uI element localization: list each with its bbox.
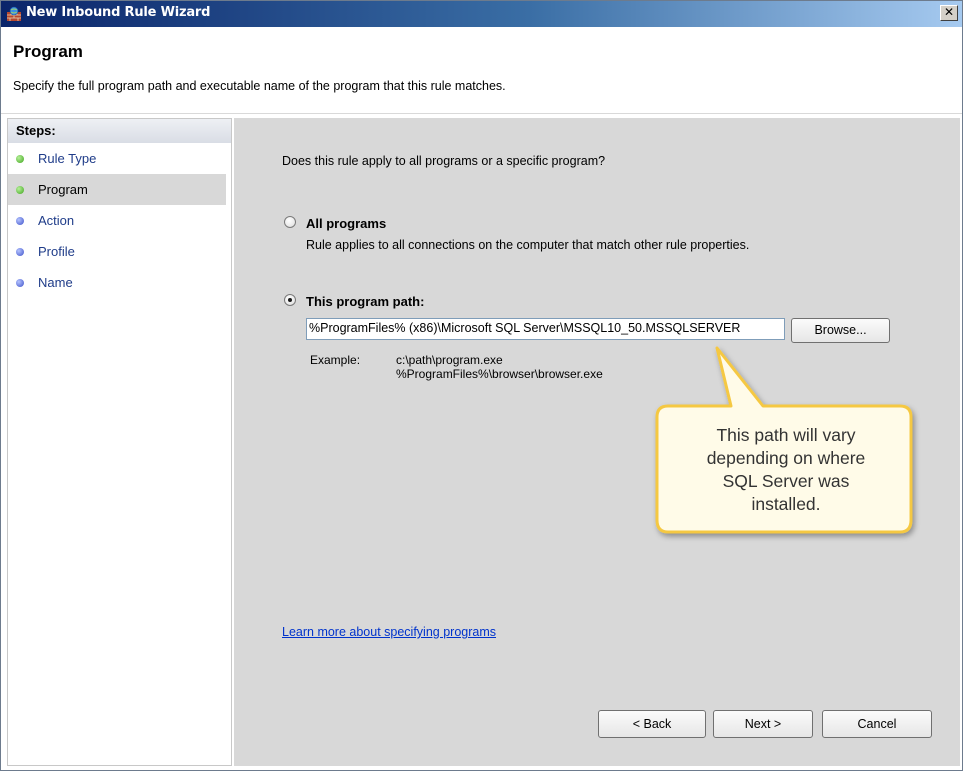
step-complete-icon [16,155,24,163]
program-path-input[interactable]: %ProgramFiles% (x86)\Microsoft SQL Serve… [306,318,785,340]
step-name[interactable]: Name [8,267,231,298]
example-line: %ProgramFiles%\browser\browser.exe [396,367,603,381]
close-button[interactable]: ✕ [940,5,958,21]
step-pending-icon [16,279,24,287]
steps-heading: Steps: [8,119,231,143]
this-program-label[interactable]: This program path: [306,294,424,309]
step-rule-type[interactable]: Rule Type [8,143,231,174]
step-label: Rule Type [38,151,97,166]
this-program-radio[interactable] [284,294,296,306]
step-label: Name [38,275,73,290]
window-title: New Inbound Rule Wizard [26,5,211,20]
callout-line: depending on where [706,448,866,468]
callout-line: installed. [751,494,821,514]
step-program[interactable]: Program [8,174,226,205]
all-programs-radio[interactable] [284,216,296,228]
close-icon: ✕ [943,5,955,19]
page-title: Program [13,42,83,61]
step-pending-icon [16,217,24,225]
browse-button[interactable]: Browse... [791,318,890,343]
steps-panel: Steps: Rule Type Program Action Profile … [7,118,232,766]
wizard-window: New Inbound Rule Wizard ✕ Program Specif… [0,0,963,771]
all-programs-description: Rule applies to all connections on the c… [306,238,750,252]
step-label: Profile [38,244,75,259]
step-label: Action [38,213,75,228]
callout-text: This path will vary depending on where S… [660,424,912,516]
callout-line: SQL Server was [722,471,850,491]
radio-dot [288,298,292,302]
learn-more-link[interactable]: Learn more about specifying programs [282,625,496,639]
page-description: Specify the full program path and execut… [13,79,506,93]
back-button[interactable]: < Back [598,710,706,738]
callout-line: This path will vary [716,425,856,445]
title-bar: New Inbound Rule Wizard ✕ [1,1,962,27]
cancel-button[interactable]: Cancel [822,710,932,738]
next-button[interactable]: Next > [713,710,813,738]
scope-question: Does this rule apply to all programs or … [282,154,606,168]
example-values: c:\path\program.exe %ProgramFiles%\brows… [396,353,603,381]
example-label: Example: [310,353,361,367]
step-current-icon [16,186,24,194]
all-programs-label[interactable]: All programs [306,216,386,231]
firewall-icon [7,6,21,21]
example-line: c:\path\program.exe [396,353,503,367]
step-profile[interactable]: Profile [8,236,231,267]
step-label: Program [38,182,88,197]
step-pending-icon [16,248,24,256]
page-header: Program Specify the full program path an… [1,27,962,114]
step-action[interactable]: Action [8,205,231,236]
